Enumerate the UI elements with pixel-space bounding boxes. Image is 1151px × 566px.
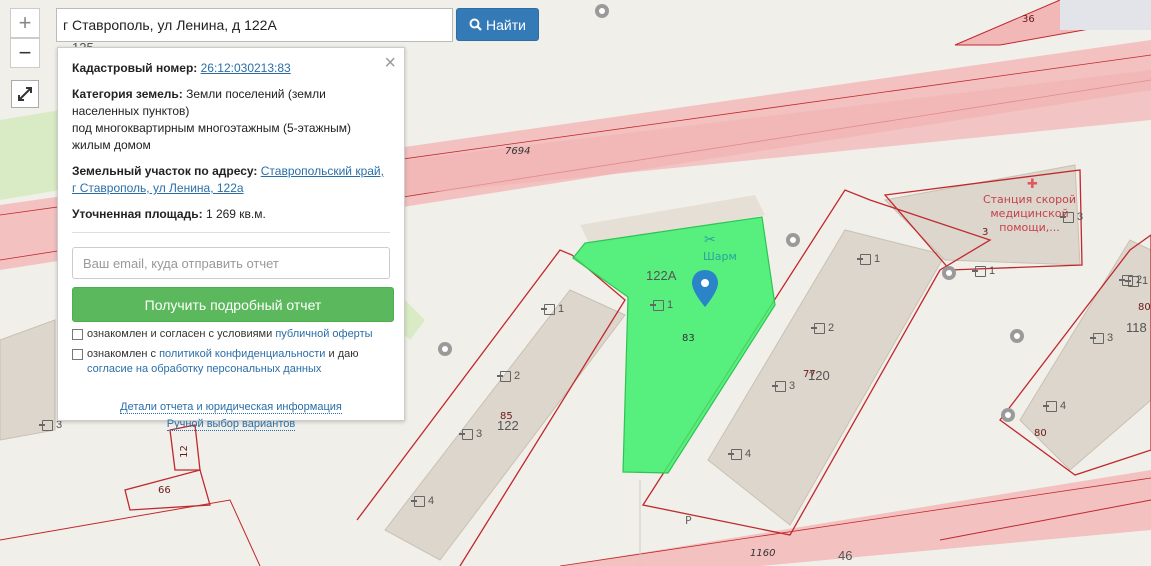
- building-number: 120: [808, 368, 830, 383]
- close-icon[interactable]: ×: [384, 52, 396, 75]
- footer-links: Детали отчета и юридическая информация Р…: [72, 399, 390, 433]
- parking-label: P: [685, 514, 692, 527]
- entrance-marker: 3: [1090, 332, 1113, 344]
- parcel-info-panel: × Кадастровый номер: 26:12:030213:83 Кат…: [57, 47, 405, 431]
- entrance-icon: [772, 380, 786, 392]
- entrance-icon: [459, 428, 473, 440]
- privacy-agreement-row: ознакомлен с политикой конфиденциальност…: [72, 347, 390, 377]
- entrance-icon: [541, 303, 555, 315]
- poi-icon[interactable]: [942, 266, 956, 280]
- poi-icon[interactable]: [595, 4, 609, 18]
- entrance-marker: 2: [497, 370, 520, 382]
- area-value: 1 269 кв.м.: [205, 207, 266, 221]
- building-number: 122А: [646, 268, 677, 283]
- parcel-number: 12: [178, 445, 190, 458]
- entrance-icon: [39, 419, 53, 431]
- building-number: 118: [1126, 320, 1147, 335]
- entrance-icon: [728, 448, 742, 460]
- zoom-in-button[interactable]: +: [10, 8, 40, 38]
- entrance-icon: [650, 299, 664, 311]
- street-number: 7694: [505, 146, 531, 157]
- entrance-marker: 3: [772, 380, 795, 392]
- poi-icon[interactable]: [1010, 329, 1024, 343]
- entrance-icon: [411, 495, 425, 507]
- entrance-marker: 1: [857, 253, 880, 265]
- building-number: 46: [838, 548, 853, 563]
- address-search-input[interactable]: [56, 8, 453, 42]
- entrance-marker: 2: [1119, 274, 1142, 286]
- get-report-button[interactable]: Получить подробный отчет: [72, 287, 394, 322]
- privacy-policy-link[interactable]: политикой конфиденциальности: [159, 348, 325, 360]
- entrance-icon: [811, 322, 825, 334]
- parcel-number: 83: [682, 333, 695, 344]
- entrance-marker: 1: [541, 303, 564, 315]
- entrance-marker: 4: [411, 495, 434, 507]
- parcel-number: 80: [1138, 302, 1151, 313]
- poi-icon[interactable]: [438, 342, 452, 356]
- report-details-link[interactable]: Детали отчета и юридическая информация: [120, 401, 342, 414]
- poi-label[interactable]: Шарм: [703, 250, 737, 263]
- search-button-label: Найти: [486, 16, 526, 33]
- parcel-number: 66: [158, 485, 171, 496]
- area-label: Уточненная площадь:: [72, 207, 203, 221]
- entrance-icon: [1090, 332, 1104, 344]
- entrance-icon: [497, 370, 511, 382]
- offer-text: ознакомлен и согласен с условиями: [87, 328, 273, 340]
- parcel-number: 36: [1022, 14, 1035, 25]
- entrance-marker: 1: [650, 299, 673, 311]
- parcel-number: 80: [1034, 428, 1047, 439]
- entrance-marker: 3: [1060, 211, 1083, 223]
- entrance-marker: 4: [1043, 400, 1066, 412]
- poi-icon[interactable]: [1001, 408, 1015, 422]
- entrance-marker: 1: [972, 265, 995, 277]
- cadastral-label: Кадастровый номер:: [72, 61, 198, 75]
- entrance-icon: [1060, 211, 1074, 223]
- area-row: Уточненная площадь: 1 269 кв.м.: [72, 206, 390, 223]
- expand-icon: [18, 87, 32, 101]
- email-field[interactable]: [72, 247, 390, 279]
- scissors-icon: ✂: [704, 232, 716, 248]
- zoom-out-button[interactable]: −: [10, 38, 40, 68]
- entrance-marker: 3: [459, 428, 482, 440]
- building-number: 122: [497, 418, 519, 433]
- medical-cross-icon: ✚: [1027, 177, 1038, 192]
- entrance-icon: [1119, 274, 1133, 286]
- manual-selection-link[interactable]: Ручной выбор вариантов: [166, 418, 296, 431]
- search-icon: [469, 18, 482, 31]
- offer-link[interactable]: публичной оферты: [275, 328, 372, 340]
- green-area: [0, 110, 60, 200]
- entrance-marker: 4: [728, 448, 751, 460]
- entrance-icon: [857, 253, 871, 265]
- category-label: Категория земель:: [72, 87, 183, 101]
- offer-checkbox[interactable]: [72, 329, 83, 340]
- privacy-mid-text: и даю: [328, 348, 359, 360]
- poi-icon[interactable]: [786, 233, 800, 247]
- entrance-icon: [972, 265, 986, 277]
- offer-agreement-row: ознакомлен и согласен с условиями публич…: [72, 327, 390, 342]
- address-row: Земельный участок по адресу: Ставропольс…: [72, 163, 390, 197]
- fullscreen-button[interactable]: [11, 80, 39, 108]
- address-label: Земельный участок по адресу:: [72, 164, 258, 178]
- privacy-text: ознакомлен с: [87, 348, 157, 360]
- privacy-checkbox[interactable]: [72, 349, 83, 360]
- category-row: Категория земель: Земли поселений (земли…: [72, 86, 390, 154]
- cadastral-number-link[interactable]: 26:12:030213:83: [201, 61, 291, 75]
- entrance-icon: [1043, 400, 1057, 412]
- street-number: 1160: [750, 548, 776, 559]
- divider: [72, 232, 390, 233]
- category-use: под многоквартирным многоэтажным (5-этаж…: [72, 121, 352, 152]
- cadastral-row: Кадастровый номер: 26:12:030213:83: [72, 60, 390, 77]
- search-button[interactable]: Найти: [456, 8, 539, 41]
- entrance-marker: 2: [811, 322, 834, 334]
- consent-link[interactable]: согласие на обработку персональных данны…: [87, 363, 321, 375]
